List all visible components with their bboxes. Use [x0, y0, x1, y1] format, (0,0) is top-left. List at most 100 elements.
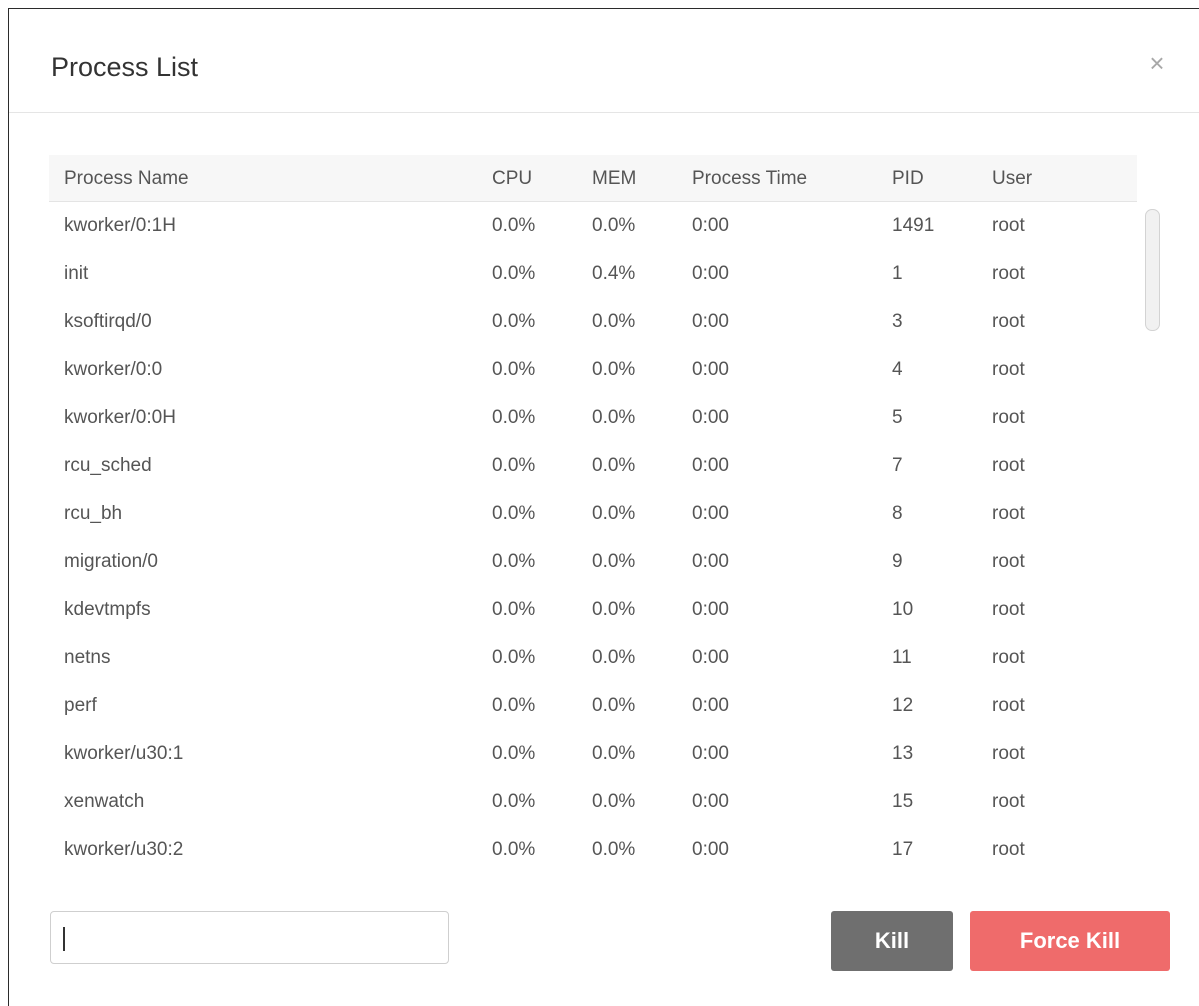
cell-cpu: 0.0% [492, 503, 536, 524]
cell-pid: 5 [892, 407, 903, 428]
table-row[interactable]: perf 0.0% 0.0% 0:00 12 root [49, 682, 1137, 730]
cell-mem: 0.0% [592, 791, 636, 812]
cell-pid: 11 [892, 647, 912, 668]
cell-mem: 0.0% [592, 503, 636, 524]
dialog-header: Process List × [9, 9, 1199, 113]
cell-process-name: kworker/0:0 [64, 359, 163, 380]
table-row[interactable]: migration/0 0.0% 0.0% 0:00 9 root [49, 538, 1137, 586]
cell-user: root [992, 503, 1025, 524]
filter-input[interactable] [51, 912, 448, 963]
cell-user: root [992, 455, 1025, 476]
cell-mem: 0.0% [592, 599, 636, 620]
cell-cpu: 0.0% [492, 743, 536, 764]
cell-pid: 1491 [892, 215, 935, 236]
cell-process-name: rcu_bh [64, 503, 123, 524]
cell-cpu: 0.0% [492, 359, 536, 380]
cell-mem: 0.0% [592, 551, 636, 572]
table-row[interactable]: kworker/u30:1 0.0% 0.0% 0:00 13 root [49, 730, 1137, 778]
cell-user: root [992, 215, 1025, 236]
cell-cpu: 0.0% [492, 599, 536, 620]
cell-user: root [992, 359, 1025, 380]
cell-user: root [992, 311, 1025, 332]
cell-user: root [992, 263, 1025, 284]
table-row[interactable]: kworker/0:1H 0.0% 0.0% 0:00 1491 root [49, 202, 1137, 250]
cell-pid: 10 [892, 599, 914, 620]
cell-cpu: 0.0% [492, 551, 536, 572]
cell-pid: 9 [892, 551, 903, 572]
cell-mem: 0.4% [592, 263, 636, 284]
cell-mem: 0.0% [592, 455, 636, 476]
cell-process-name: netns [64, 647, 111, 668]
cell-mem: 0.0% [592, 311, 636, 332]
cell-user: root [992, 743, 1025, 764]
cell-user: root [992, 839, 1025, 860]
table-body[interactable]: kworker/0:1H 0.0% 0.0% 0:00 1491 root init 0.0%… [49, 202, 1137, 875]
cell-pid: 12 [892, 695, 914, 716]
cell-process-time: 0:00 [692, 647, 729, 668]
cell-process-time: 0:00 [692, 359, 729, 380]
cell-mem: 0.0% [592, 695, 636, 716]
table-row[interactable]: ksoftirqd/0 0.0% 0.0% 0:00 3 root [49, 298, 1137, 346]
cell-pid: 8 [892, 503, 903, 524]
cell-process-time: 0:00 [692, 215, 729, 236]
cell-pid: 3 [892, 311, 903, 332]
close-icon[interactable]: × [1145, 49, 1169, 77]
cell-pid: 1 [892, 263, 903, 284]
table-scrollbar-thumb[interactable] [1145, 209, 1160, 331]
cell-user: root [992, 407, 1025, 428]
cell-process-time: 0:00 [692, 599, 729, 620]
cell-process-name: xenwatch [64, 791, 145, 812]
cell-user: root [992, 647, 1025, 668]
cell-mem: 0.0% [592, 647, 636, 668]
cell-process-name: rcu_sched [64, 455, 152, 476]
filter-input-field[interactable] [50, 911, 449, 964]
column-header-process-name[interactable]: Process Name [64, 168, 189, 190]
table-row[interactable]: init 0.0% 0.4% 0:00 1 root [49, 250, 1137, 298]
cell-process-name: ksoftirqd/0 [64, 311, 152, 332]
column-header-cpu[interactable]: CPU [492, 168, 532, 190]
cell-pid: 15 [892, 791, 914, 812]
cell-mem: 0.0% [592, 359, 636, 380]
cell-process-time: 0:00 [692, 791, 729, 812]
cell-pid: 13 [892, 743, 914, 764]
kill-button[interactable]: Kill [831, 911, 953, 971]
cell-user: root [992, 599, 1025, 620]
table-row[interactable]: xenwatch 0.0% 0.0% 0:00 15 root [49, 778, 1137, 826]
cell-process-time: 0:00 [692, 743, 729, 764]
cell-process-name: kworker/u30:1 [64, 743, 184, 764]
cell-cpu: 0.0% [492, 839, 536, 860]
cell-cpu: 0.0% [492, 647, 536, 668]
table-row[interactable]: rcu_bh 0.0% 0.0% 0:00 8 root [49, 490, 1137, 538]
cell-mem: 0.0% [592, 839, 636, 860]
cell-cpu: 0.0% [492, 695, 536, 716]
table-row[interactable]: rcu_sched 0.0% 0.0% 0:00 7 root [49, 442, 1137, 490]
cell-process-time: 0:00 [692, 455, 729, 476]
cell-process-time: 0:00 [692, 551, 729, 572]
cell-mem: 0.0% [592, 407, 636, 428]
table-row[interactable]: kdevtmpfs 0.0% 0.0% 0:00 10 root [49, 586, 1137, 634]
cell-cpu: 0.0% [492, 263, 536, 284]
cell-process-name: kdevtmpfs [64, 599, 151, 620]
table-row[interactable]: netns 0.0% 0.0% 0:00 11 root [49, 634, 1137, 682]
cell-process-name: init [64, 263, 89, 284]
cell-pid: 17 [892, 839, 914, 860]
cell-user: root [992, 695, 1025, 716]
cell-process-time: 0:00 [692, 695, 729, 716]
table-row[interactable]: kworker/0:0H 0.0% 0.0% 0:00 5 root [49, 394, 1137, 442]
text-caret [63, 927, 65, 951]
dialog-title: Process List [51, 52, 199, 82]
cell-pid: 4 [892, 359, 903, 380]
column-header-mem[interactable]: MEM [592, 168, 636, 190]
column-header-pid[interactable]: PID [892, 168, 924, 190]
column-header-user[interactable]: User [992, 168, 1032, 190]
table-row[interactable]: kworker/u30:2 0.0% 0.0% 0:00 17 root [49, 826, 1137, 874]
cell-user: root [992, 791, 1025, 812]
cell-process-name: perf [64, 695, 97, 716]
cell-mem: 0.0% [592, 743, 636, 764]
process-list-dialog: Process List × Process Name CPU MEM Proc… [8, 8, 1199, 1006]
cell-pid: 7 [892, 455, 903, 476]
force-kill-button[interactable]: Force Kill [970, 911, 1170, 971]
table-row[interactable]: kworker/0:0 0.0% 0.0% 0:00 4 root [49, 346, 1137, 394]
column-header-process-time[interactable]: Process Time [692, 168, 807, 190]
cell-cpu: 0.0% [492, 455, 536, 476]
